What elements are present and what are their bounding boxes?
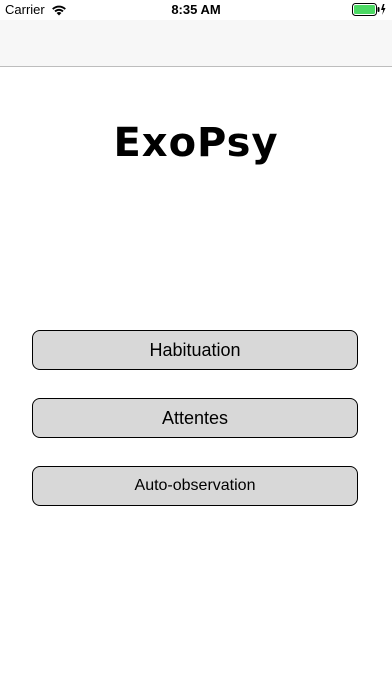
- habituation-button[interactable]: Habituation: [32, 330, 358, 370]
- status-time: 8:35 AM: [171, 2, 221, 17]
- battery-icon: [352, 3, 386, 16]
- status-bar: Carrier 8:35 AM: [0, 0, 392, 20]
- navigation-bar: [0, 20, 392, 67]
- auto-observation-button[interactable]: Auto-observation: [32, 466, 358, 506]
- app-title: ExoPsy: [113, 120, 279, 166]
- attentes-button[interactable]: Attentes: [32, 398, 358, 438]
